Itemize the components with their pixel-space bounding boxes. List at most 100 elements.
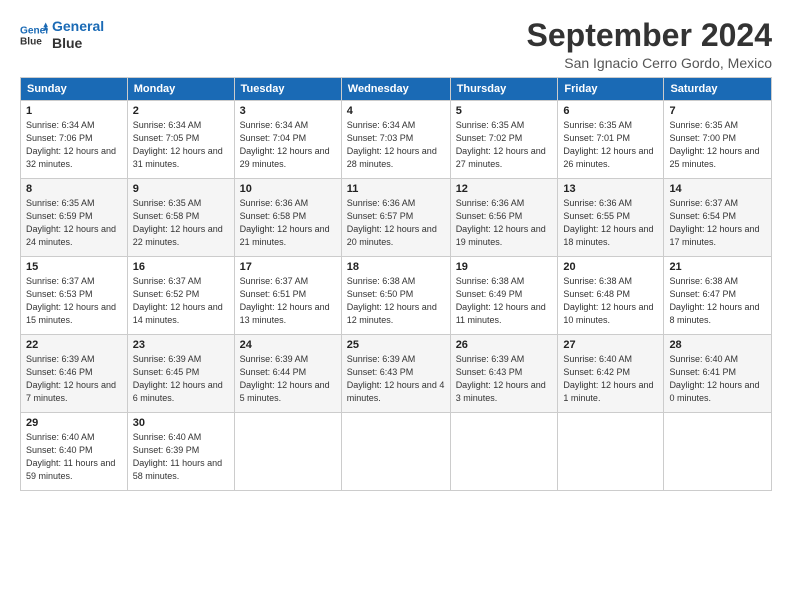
calendar-table: SundayMondayTuesdayWednesdayThursdayFrid… bbox=[20, 77, 772, 491]
calendar-cell: 5 Sunrise: 6:35 AMSunset: 7:02 PMDayligh… bbox=[450, 101, 558, 179]
calendar-cell: 13 Sunrise: 6:36 AMSunset: 6:55 PMDaylig… bbox=[558, 179, 664, 257]
day-detail: Sunrise: 6:36 AMSunset: 6:57 PMDaylight:… bbox=[347, 198, 437, 247]
dow-header-monday: Monday bbox=[127, 78, 234, 101]
day-number: 21 bbox=[669, 261, 766, 273]
day-number: 23 bbox=[133, 339, 229, 351]
day-detail: Sunrise: 6:36 AMSunset: 6:58 PMDaylight:… bbox=[240, 198, 330, 247]
day-detail: Sunrise: 6:39 AMSunset: 6:45 PMDaylight:… bbox=[133, 354, 223, 403]
dow-header-thursday: Thursday bbox=[450, 78, 558, 101]
calendar-cell: 20 Sunrise: 6:38 AMSunset: 6:48 PMDaylig… bbox=[558, 257, 664, 335]
day-number: 22 bbox=[26, 339, 122, 351]
day-detail: Sunrise: 6:39 AMSunset: 6:43 PMDaylight:… bbox=[347, 354, 445, 403]
calendar-cell: 9 Sunrise: 6:35 AMSunset: 6:58 PMDayligh… bbox=[127, 179, 234, 257]
day-number: 28 bbox=[669, 339, 766, 351]
dow-header-saturday: Saturday bbox=[664, 78, 772, 101]
day-detail: Sunrise: 6:40 AMSunset: 6:42 PMDaylight:… bbox=[563, 354, 653, 403]
svg-text:Blue: Blue bbox=[20, 36, 42, 47]
day-detail: Sunrise: 6:40 AMSunset: 6:41 PMDaylight:… bbox=[669, 354, 759, 403]
calendar-cell: 15 Sunrise: 6:37 AMSunset: 6:53 PMDaylig… bbox=[21, 257, 128, 335]
calendar-cell: 7 Sunrise: 6:35 AMSunset: 7:00 PMDayligh… bbox=[664, 101, 772, 179]
day-number: 17 bbox=[240, 261, 336, 273]
calendar-cell: 17 Sunrise: 6:37 AMSunset: 6:51 PMDaylig… bbox=[234, 257, 341, 335]
day-detail: Sunrise: 6:38 AMSunset: 6:47 PMDaylight:… bbox=[669, 276, 759, 325]
calendar-cell: 24 Sunrise: 6:39 AMSunset: 6:44 PMDaylig… bbox=[234, 335, 341, 413]
day-detail: Sunrise: 6:34 AMSunset: 7:03 PMDaylight:… bbox=[347, 120, 437, 169]
day-number: 20 bbox=[563, 261, 658, 273]
day-number: 16 bbox=[133, 261, 229, 273]
calendar-cell: 4 Sunrise: 6:34 AMSunset: 7:03 PMDayligh… bbox=[341, 101, 450, 179]
calendar-cell: 8 Sunrise: 6:35 AMSunset: 6:59 PMDayligh… bbox=[21, 179, 128, 257]
calendar-cell: 10 Sunrise: 6:36 AMSunset: 6:58 PMDaylig… bbox=[234, 179, 341, 257]
day-number: 1 bbox=[26, 105, 122, 117]
calendar-cell: 11 Sunrise: 6:36 AMSunset: 6:57 PMDaylig… bbox=[341, 179, 450, 257]
calendar-cell: 26 Sunrise: 6:39 AMSunset: 6:43 PMDaylig… bbox=[450, 335, 558, 413]
day-number: 29 bbox=[26, 417, 122, 429]
day-number: 11 bbox=[347, 183, 445, 195]
calendar-cell: 29 Sunrise: 6:40 AMSunset: 6:40 PMDaylig… bbox=[21, 413, 128, 491]
dow-header-tuesday: Tuesday bbox=[234, 78, 341, 101]
dow-header-sunday: Sunday bbox=[21, 78, 128, 101]
calendar-cell: 3 Sunrise: 6:34 AMSunset: 7:04 PMDayligh… bbox=[234, 101, 341, 179]
day-detail: Sunrise: 6:35 AMSunset: 7:02 PMDaylight:… bbox=[456, 120, 546, 169]
calendar-cell bbox=[341, 413, 450, 491]
header: General Blue General Blue September 2024… bbox=[20, 18, 772, 71]
day-detail: Sunrise: 6:36 AMSunset: 6:55 PMDaylight:… bbox=[563, 198, 653, 247]
calendar-cell: 12 Sunrise: 6:36 AMSunset: 6:56 PMDaylig… bbox=[450, 179, 558, 257]
calendar-cell: 21 Sunrise: 6:38 AMSunset: 6:47 PMDaylig… bbox=[664, 257, 772, 335]
calendar-title: September 2024 bbox=[527, 18, 772, 53]
calendar-cell: 1 Sunrise: 6:34 AMSunset: 7:06 PMDayligh… bbox=[21, 101, 128, 179]
day-detail: Sunrise: 6:37 AMSunset: 6:53 PMDaylight:… bbox=[26, 276, 116, 325]
day-number: 10 bbox=[240, 183, 336, 195]
calendar-cell: 6 Sunrise: 6:35 AMSunset: 7:01 PMDayligh… bbox=[558, 101, 664, 179]
day-detail: Sunrise: 6:39 AMSunset: 6:46 PMDaylight:… bbox=[26, 354, 116, 403]
page: General Blue General Blue September 2024… bbox=[0, 0, 792, 612]
day-detail: Sunrise: 6:38 AMSunset: 6:49 PMDaylight:… bbox=[456, 276, 546, 325]
day-detail: Sunrise: 6:40 AMSunset: 6:39 PMDaylight:… bbox=[133, 432, 222, 481]
calendar-cell: 14 Sunrise: 6:37 AMSunset: 6:54 PMDaylig… bbox=[664, 179, 772, 257]
day-number: 15 bbox=[26, 261, 122, 273]
calendar-cell bbox=[558, 413, 664, 491]
day-number: 6 bbox=[563, 105, 658, 117]
day-detail: Sunrise: 6:35 AMSunset: 6:59 PMDaylight:… bbox=[26, 198, 116, 247]
day-detail: Sunrise: 6:37 AMSunset: 6:52 PMDaylight:… bbox=[133, 276, 223, 325]
calendar-cell: 28 Sunrise: 6:40 AMSunset: 6:41 PMDaylig… bbox=[664, 335, 772, 413]
day-detail: Sunrise: 6:36 AMSunset: 6:56 PMDaylight:… bbox=[456, 198, 546, 247]
day-number: 25 bbox=[347, 339, 445, 351]
day-detail: Sunrise: 6:35 AMSunset: 7:00 PMDaylight:… bbox=[669, 120, 759, 169]
calendar-cell: 16 Sunrise: 6:37 AMSunset: 6:52 PMDaylig… bbox=[127, 257, 234, 335]
logo: General Blue General Blue bbox=[20, 18, 104, 52]
day-detail: Sunrise: 6:37 AMSunset: 6:51 PMDaylight:… bbox=[240, 276, 330, 325]
general-blue-logo-icon: General Blue bbox=[20, 21, 48, 49]
day-detail: Sunrise: 6:39 AMSunset: 6:43 PMDaylight:… bbox=[456, 354, 546, 403]
calendar-cell: 18 Sunrise: 6:38 AMSunset: 6:50 PMDaylig… bbox=[341, 257, 450, 335]
day-number: 26 bbox=[456, 339, 553, 351]
day-number: 2 bbox=[133, 105, 229, 117]
calendar-cell: 22 Sunrise: 6:39 AMSunset: 6:46 PMDaylig… bbox=[21, 335, 128, 413]
day-detail: Sunrise: 6:34 AMSunset: 7:05 PMDaylight:… bbox=[133, 120, 223, 169]
day-number: 5 bbox=[456, 105, 553, 117]
calendar-cell: 23 Sunrise: 6:39 AMSunset: 6:45 PMDaylig… bbox=[127, 335, 234, 413]
day-number: 30 bbox=[133, 417, 229, 429]
day-number: 12 bbox=[456, 183, 553, 195]
day-number: 3 bbox=[240, 105, 336, 117]
day-detail: Sunrise: 6:38 AMSunset: 6:48 PMDaylight:… bbox=[563, 276, 653, 325]
day-number: 14 bbox=[669, 183, 766, 195]
day-detail: Sunrise: 6:35 AMSunset: 6:58 PMDaylight:… bbox=[133, 198, 223, 247]
day-detail: Sunrise: 6:35 AMSunset: 7:01 PMDaylight:… bbox=[563, 120, 653, 169]
dow-header-wednesday: Wednesday bbox=[341, 78, 450, 101]
title-block: September 2024 San Ignacio Cerro Gordo, … bbox=[527, 18, 772, 71]
day-detail: Sunrise: 6:38 AMSunset: 6:50 PMDaylight:… bbox=[347, 276, 437, 325]
day-detail: Sunrise: 6:40 AMSunset: 6:40 PMDaylight:… bbox=[26, 432, 115, 481]
calendar-cell: 19 Sunrise: 6:38 AMSunset: 6:49 PMDaylig… bbox=[450, 257, 558, 335]
day-detail: Sunrise: 6:34 AMSunset: 7:04 PMDaylight:… bbox=[240, 120, 330, 169]
calendar-cell: 30 Sunrise: 6:40 AMSunset: 6:39 PMDaylig… bbox=[127, 413, 234, 491]
day-number: 13 bbox=[563, 183, 658, 195]
day-detail: Sunrise: 6:37 AMSunset: 6:54 PMDaylight:… bbox=[669, 198, 759, 247]
day-number: 24 bbox=[240, 339, 336, 351]
logo-line1: General bbox=[52, 18, 104, 35]
day-detail: Sunrise: 6:34 AMSunset: 7:06 PMDaylight:… bbox=[26, 120, 116, 169]
day-number: 18 bbox=[347, 261, 445, 273]
calendar-cell bbox=[234, 413, 341, 491]
calendar-cell bbox=[450, 413, 558, 491]
day-number: 4 bbox=[347, 105, 445, 117]
